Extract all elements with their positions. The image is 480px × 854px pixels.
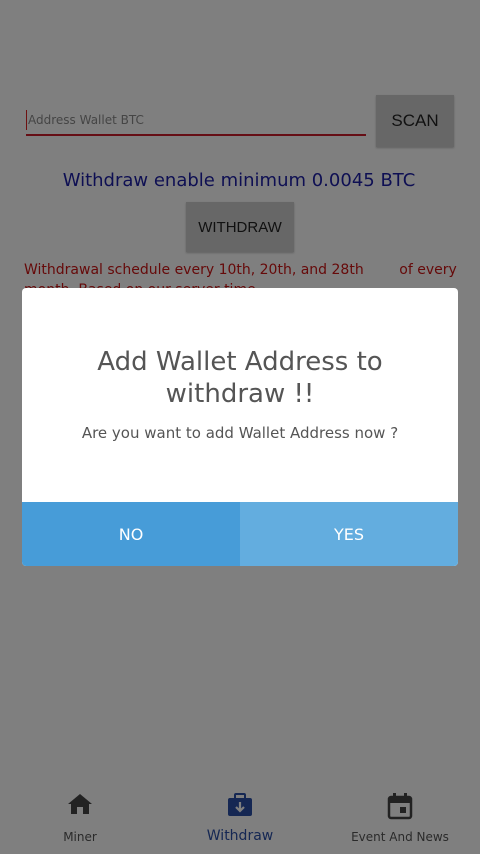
yes-button[interactable]: YES (240, 502, 458, 566)
add-wallet-dialog: Add Wallet Address to withdraw !! Are yo… (22, 288, 458, 566)
dialog-title: Add Wallet Address to withdraw !! (97, 347, 383, 409)
dialog-message: Are you want to add Wallet Address now ? (81, 424, 399, 442)
no-button[interactable]: NO (22, 502, 240, 566)
